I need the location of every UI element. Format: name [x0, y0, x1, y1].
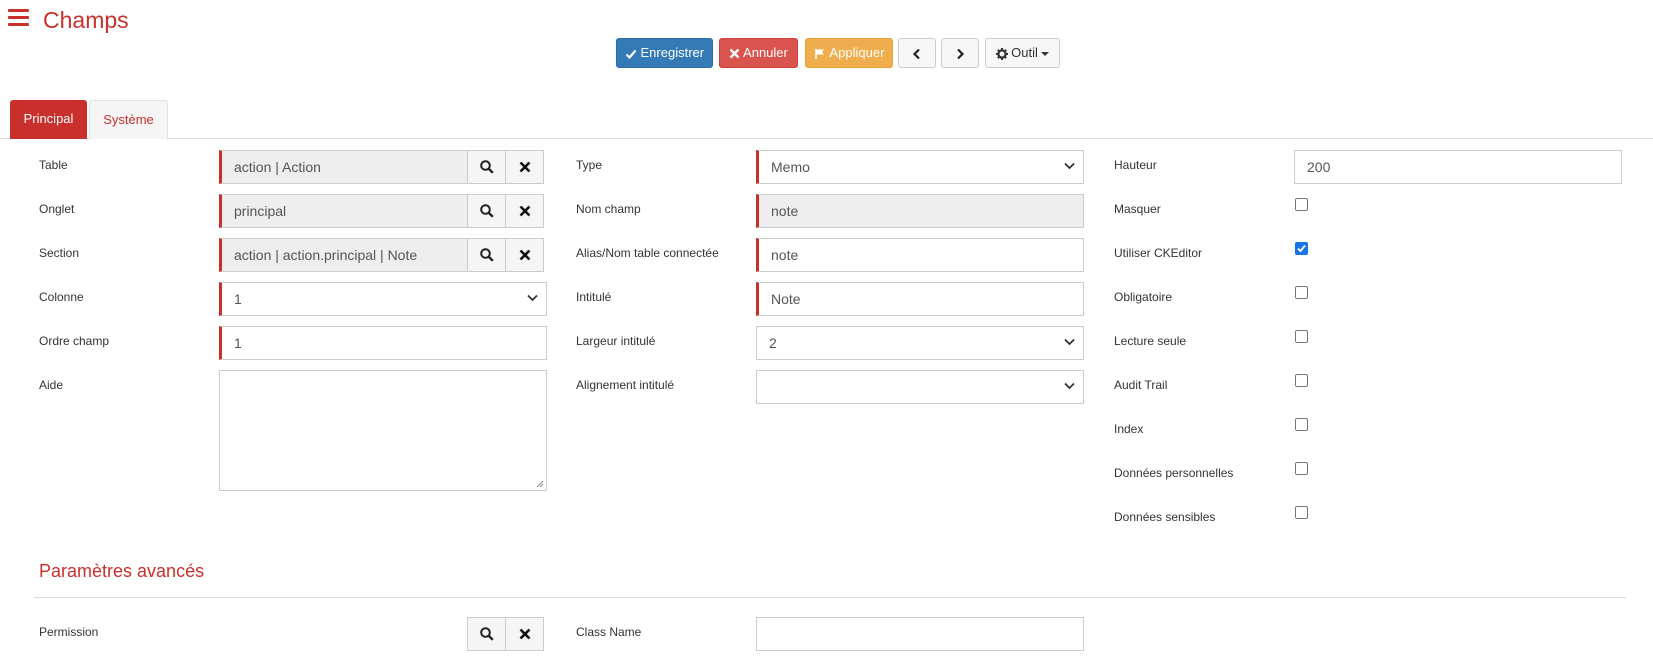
section-label: Section — [39, 246, 80, 260]
permission-clear-button[interactable] — [505, 617, 544, 651]
onglet-label: Onglet — [39, 202, 75, 216]
chevron-down-icon — [527, 294, 538, 302]
index-checkbox[interactable] — [1295, 418, 1308, 431]
masquer-checkbox[interactable] — [1295, 198, 1308, 211]
menu-icon[interactable] — [8, 9, 29, 27]
class-name-input[interactable] — [756, 617, 1084, 651]
table-clear-button[interactable] — [505, 150, 544, 184]
obligatoire-checkbox[interactable] — [1295, 286, 1308, 299]
flag-icon — [814, 48, 824, 59]
check-icon — [1297, 244, 1306, 253]
onglet-clear-button[interactable] — [505, 194, 544, 228]
index-label: Index — [1114, 422, 1144, 436]
intitule-label: Intitulé — [576, 290, 612, 304]
cancel-label: Annuler — [743, 45, 788, 60]
obligatoire-label: Obligatoire — [1114, 290, 1173, 304]
next-button[interactable] — [941, 38, 979, 68]
ordre-champ-label: Ordre champ — [39, 334, 110, 348]
colonne-value: 1 — [234, 291, 242, 307]
intitule-input[interactable]: Note — [756, 282, 1084, 316]
colonne-select[interactable]: 1 — [219, 282, 547, 316]
close-icon — [519, 205, 530, 217]
type-value: Memo — [771, 159, 810, 175]
class-name-label: Class Name — [576, 625, 642, 639]
search-icon — [479, 204, 494, 218]
donnees-personnelles-checkbox[interactable] — [1295, 462, 1308, 475]
gear-icon — [995, 47, 1008, 60]
table-field[interactable]: action | Action — [219, 150, 468, 184]
check-icon — [625, 49, 637, 59]
chevron-left-icon — [912, 48, 920, 59]
lecture-seule-checkbox[interactable] — [1295, 330, 1308, 343]
audit-trail-checkbox[interactable] — [1295, 374, 1308, 387]
caret-down-icon — [1041, 51, 1050, 56]
section-clear-button[interactable] — [505, 238, 544, 272]
onglet-search-button[interactable] — [467, 194, 506, 228]
largeur-intitule-label: Largeur intitulé — [576, 334, 656, 348]
chevron-down-icon — [1064, 382, 1075, 390]
table-label: Table — [39, 158, 68, 172]
alias-label: Alias/Nom table connectée — [576, 246, 719, 260]
alignement-intitule-select[interactable] — [756, 370, 1084, 404]
tabs-divider — [0, 138, 1653, 139]
cancel-button[interactable]: Annuler — [719, 38, 798, 68]
apply-label: Appliquer — [829, 45, 885, 60]
tab-systeme[interactable]: Système — [89, 100, 168, 139]
type-label: Type — [576, 158, 603, 172]
ordre-champ-input[interactable]: 1 — [219, 326, 547, 360]
largeur-intitule-value: 2 — [769, 335, 777, 351]
ckeditor-label: Utiliser CKEditor — [1114, 246, 1203, 260]
section-field[interactable]: action | action.principal | Note — [219, 238, 468, 272]
page-title: Champs — [43, 7, 129, 33]
permission-search-button[interactable] — [467, 617, 506, 651]
type-select[interactable]: Memo — [756, 150, 1084, 184]
previous-button[interactable] — [898, 38, 936, 68]
chevron-right-icon — [957, 48, 965, 59]
donnees-personnelles-label: Données personnelles — [1114, 466, 1234, 480]
resize-grip-icon[interactable] — [536, 480, 544, 488]
close-icon — [729, 48, 740, 59]
tool-dropdown-button[interactable]: Outil — [985, 38, 1060, 68]
largeur-intitule-select[interactable]: 2 — [756, 326, 1084, 360]
alignement-intitule-label: Alignement intitulé — [576, 378, 675, 392]
close-icon — [519, 249, 530, 261]
hauteur-input[interactable]: 200 — [1294, 150, 1622, 184]
chevron-down-icon — [1064, 338, 1075, 346]
save-label: Enregistrer — [640, 45, 705, 60]
lecture-seule-label: Lecture seule — [1114, 334, 1187, 348]
alias-input[interactable]: note — [756, 238, 1084, 272]
apply-button[interactable]: Appliquer — [805, 38, 893, 68]
close-icon — [519, 628, 530, 640]
aide-label: Aide — [39, 378, 64, 392]
tool-label: Outil — [1011, 45, 1038, 60]
colonne-label: Colonne — [39, 290, 84, 304]
ckeditor-checkbox[interactable] — [1295, 242, 1308, 255]
tab-principal[interactable]: Principal — [10, 100, 87, 139]
permission-label: Permission — [39, 625, 99, 639]
section-search-button[interactable] — [467, 238, 506, 272]
advanced-section-title: Paramètres avancés — [39, 561, 205, 581]
search-icon — [479, 627, 494, 641]
aide-textarea[interactable] — [219, 370, 547, 491]
donnees-sensibles-checkbox[interactable] — [1295, 506, 1308, 519]
table-search-button[interactable] — [467, 150, 506, 184]
nom-champ-label: Nom champ — [576, 202, 641, 216]
onglet-field[interactable]: principal — [219, 194, 468, 228]
close-icon — [519, 161, 530, 173]
advanced-section-divider — [34, 597, 1626, 598]
search-icon — [479, 160, 494, 174]
masquer-label: Masquer — [1114, 202, 1161, 216]
nom-champ-input[interactable]: note — [756, 194, 1084, 228]
search-icon — [479, 248, 494, 262]
save-button[interactable]: Enregistrer — [616, 38, 713, 68]
donnees-sensibles-label: Données sensibles — [1114, 510, 1216, 524]
chevron-down-icon — [1064, 162, 1075, 170]
audit-trail-label: Audit Trail — [1114, 378, 1168, 392]
hauteur-label: Hauteur — [1114, 158, 1157, 172]
